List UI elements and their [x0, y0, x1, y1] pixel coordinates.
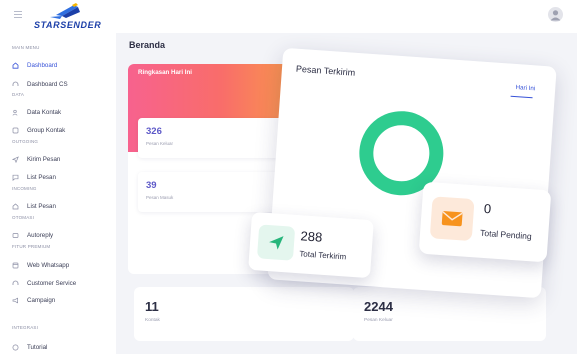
- tab-underline: [510, 95, 533, 99]
- summary-title: Ringkasan Hari Ini: [138, 69, 192, 76]
- send-icon: [12, 155, 19, 163]
- total-pending-label: Total Pending: [479, 227, 532, 242]
- logo-text: STARSENDER: [34, 20, 102, 30]
- pesan-keluar-value: 2244: [364, 299, 393, 314]
- sidebar-item-label: Autoreply: [27, 231, 54, 239]
- section-fitur-premium: FITUR PREMIUM: [12, 244, 51, 249]
- section-outgoing: OUTGOING: [12, 139, 39, 144]
- mail-icon: [429, 196, 475, 242]
- pesan-keluar-label: Pesan Keluar: [364, 318, 393, 323]
- sidebar-item-label: List Pesan: [27, 202, 56, 210]
- total-pending-card: 0 Total Pending: [418, 181, 552, 263]
- total-pending-value: 0: [483, 200, 492, 217]
- total-terkirim-label: Total Terkirim: [299, 249, 347, 262]
- users-icon: [12, 109, 19, 116]
- sidebar-item-label: Kirim Pesan: [27, 155, 61, 163]
- sidebar: MAIN MENU Dashboard Dashboard CS DATA Da…: [0, 33, 116, 354]
- sidebar-item-customer-service[interactable]: Customer Service: [12, 278, 76, 288]
- kontak-card: 11 Kontak: [134, 287, 354, 341]
- total-terkirim-value: 288: [300, 228, 323, 245]
- sidebar-item-label: Data Kontak: [27, 108, 62, 116]
- sidebar-item-data-kontak[interactable]: Data Kontak: [12, 107, 61, 117]
- headset-icon: [12, 81, 19, 88]
- total-terkirim-card: 288 Total Terkirim: [248, 211, 374, 279]
- sidebar-item-tutorial[interactable]: Tutorial: [12, 342, 47, 352]
- sidebar-item-kirim-pesan[interactable]: Kirim Pesan: [12, 154, 60, 164]
- menu-icon[interactable]: [14, 11, 22, 19]
- summary-pesan-masuk-label: Pesan Masuk: [146, 195, 174, 200]
- summary-pesan-masuk-value: 39: [146, 180, 157, 191]
- sidebar-item-label: Web Whatsapp: [27, 261, 70, 269]
- inbox-icon: [12, 203, 19, 210]
- top-bar: STARSENDER: [0, 0, 577, 33]
- message-icon: [12, 174, 19, 181]
- donut-slice-total-terkirim: [359, 111, 444, 196]
- sidebar-item-label: Dashboard: [27, 61, 58, 69]
- avatar[interactable]: [548, 7, 563, 22]
- group-icon: [12, 127, 19, 134]
- section-incoming: INCOMING: [12, 186, 37, 191]
- page-title: Beranda: [129, 40, 166, 50]
- sidebar-item-dashboard[interactable]: Dashboard: [12, 60, 57, 70]
- section-integrasi: INTEGRASI: [12, 325, 39, 330]
- logo[interactable]: STARSENDER: [34, 3, 104, 31]
- summary-pesan-keluar-value: 326: [146, 126, 162, 137]
- sidebar-item-label: Tutorial: [27, 343, 48, 351]
- reply-icon: [12, 232, 19, 239]
- sidebar-item-web-whatsapp[interactable]: Web Whatsapp: [12, 260, 69, 270]
- section-main-menu: MAIN MENU: [12, 45, 40, 50]
- sidebar-item-group-kontak[interactable]: Group Kontak: [12, 125, 65, 135]
- summary-pesan-keluar-label: Pesan Keluar: [146, 141, 174, 146]
- headset-icon: [12, 280, 19, 287]
- sidebar-item-campaign[interactable]: Campaign: [12, 295, 55, 305]
- section-data: DATA: [12, 92, 25, 97]
- sidebar-item-label: Campaign: [27, 296, 56, 304]
- sidebar-item-label: Customer Service: [27, 279, 77, 287]
- info-icon: [12, 344, 19, 351]
- logo-graphic-icon: [50, 3, 80, 19]
- sidebar-item-autoreply[interactable]: Autoreply: [12, 230, 53, 240]
- user-icon: [550, 10, 561, 21]
- section-otomasi: OTOMASI: [12, 215, 35, 220]
- browser-icon: [12, 262, 19, 269]
- tab-hari-ini[interactable]: Hari Ini: [515, 84, 535, 92]
- sidebar-item-list-pesan-incoming[interactable]: List Pesan: [12, 201, 56, 211]
- sidebar-item-label: List Pesan: [27, 173, 56, 181]
- kontak-label: Kontak: [145, 318, 160, 323]
- home-icon: [12, 61, 19, 69]
- summary-pesan-keluar-card: 326 Pesan Keluar: [138, 118, 298, 158]
- pesan-terkirim-title: Pesan Terkirim: [295, 63, 356, 78]
- sidebar-item-list-pesan-outgoing[interactable]: List Pesan: [12, 172, 56, 182]
- sidebar-item-label: Dashboard CS: [27, 80, 68, 88]
- megaphone-icon: [12, 297, 19, 304]
- kontak-value: 11: [145, 299, 159, 314]
- send-icon: [256, 224, 296, 261]
- sidebar-item-dashboard-cs[interactable]: Dashboard CS: [12, 79, 68, 89]
- sidebar-item-label: Group Kontak: [27, 126, 66, 134]
